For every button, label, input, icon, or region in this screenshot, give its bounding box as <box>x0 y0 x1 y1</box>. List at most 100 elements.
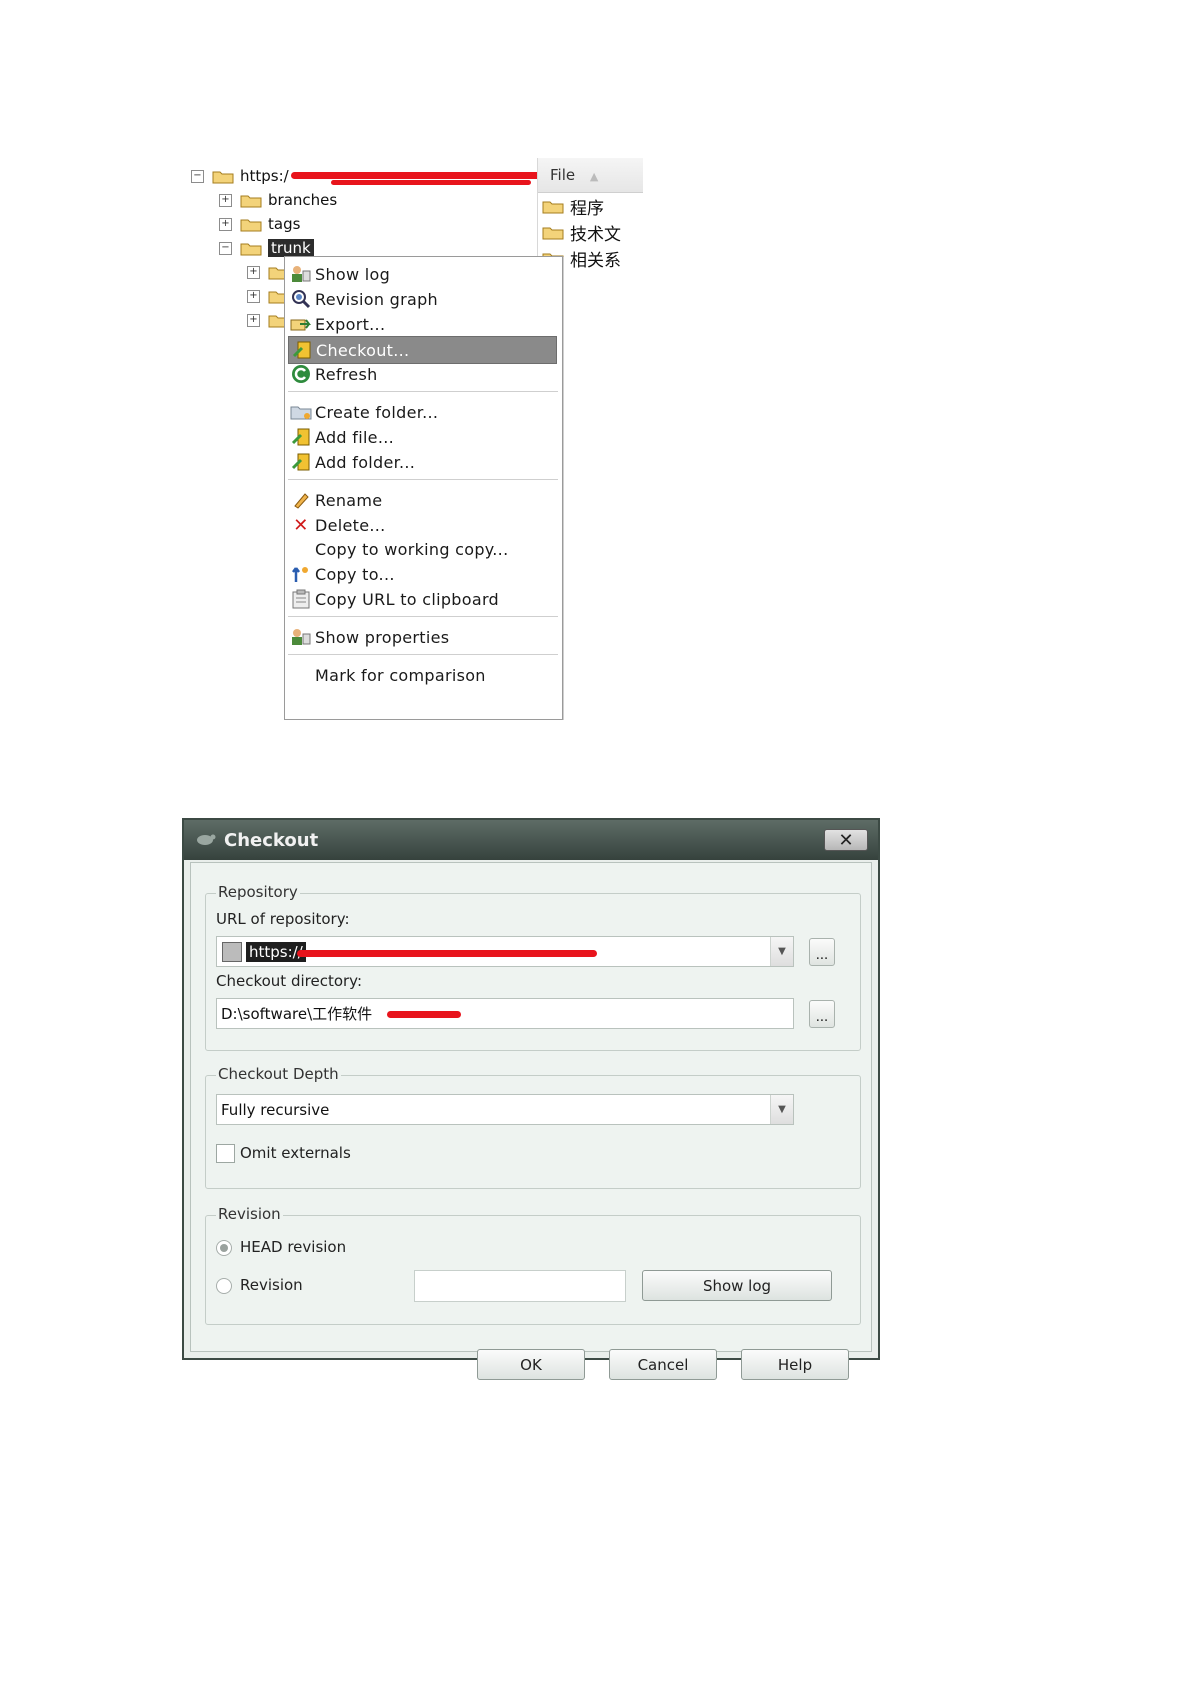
ok-button[interactable]: OK <box>477 1349 585 1380</box>
delete-icon: ✕ <box>293 514 309 536</box>
checkout-depth-group: Checkout Depth Fully recursive ▼ Omit ex… <box>205 1065 861 1189</box>
redaction-mark <box>291 172 541 179</box>
rename-icon <box>288 489 314 511</box>
menu-item-show-log[interactable]: Show log <box>288 261 555 287</box>
root-url: https:/ <box>240 167 289 185</box>
show-properties-icon <box>288 626 314 648</box>
checkout-dir-label: Checkout directory: <box>216 972 363 990</box>
checkout-dialog: Checkout ✕ Repository URL of repository:… <box>182 818 880 1380</box>
menu-item-label: Mark for comparison <box>315 665 486 685</box>
redaction-mark <box>331 180 531 185</box>
menu-item-delete[interactable]: ✕ Delete... <box>288 512 555 538</box>
menu-item-copy-url[interactable]: Copy URL to clipboard <box>288 586 555 612</box>
head-revision-radio[interactable] <box>216 1240 232 1256</box>
export-icon <box>288 313 314 335</box>
dialog-titlebar: Checkout ✕ <box>184 820 878 860</box>
folder-icon <box>240 243 262 255</box>
file-row[interactable]: 程序 <box>538 193 643 219</box>
tree-row-tags[interactable]: + tags <box>219 213 300 235</box>
tree-row-branches[interactable]: + branches <box>219 189 337 211</box>
menu-item-label: Copy to... <box>315 564 395 584</box>
revision-group-title: Revision <box>216 1205 283 1223</box>
repository-group: Repository URL of repository: https:// ▼… <box>205 883 861 1051</box>
menu-item-add-file[interactable]: Add file... <box>288 424 555 450</box>
menu-item-refresh[interactable]: Refresh <box>288 361 555 387</box>
head-revision-label: HEAD revision <box>240 1238 347 1256</box>
add-file-icon <box>288 426 314 448</box>
tortoise-icon <box>194 829 216 852</box>
revision-radio[interactable] <box>216 1278 232 1294</box>
revision-input[interactable] <box>414 1270 626 1302</box>
collapse-icon[interactable]: − <box>219 241 232 255</box>
depth-select[interactable]: Fully recursive ▼ <box>216 1094 794 1125</box>
menu-item-rename[interactable]: Rename <box>288 487 555 513</box>
depth-value: Fully recursive <box>221 1100 330 1119</box>
tree-label-branches: branches <box>268 191 338 209</box>
create-folder-icon <box>288 401 314 423</box>
browse-url-button[interactable]: ... <box>809 938 835 966</box>
collapse-icon[interactable]: − <box>191 169 204 183</box>
help-button[interactable]: Help <box>741 1349 849 1380</box>
expand-icon[interactable]: + <box>247 265 260 279</box>
redaction-mark <box>297 950 597 957</box>
omit-externals-checkbox[interactable] <box>216 1144 235 1163</box>
menu-item-export[interactable]: Export... <box>288 311 555 337</box>
menu-item-mark-for-comparison[interactable]: Mark for comparison <box>288 662 555 688</box>
dialog-body: Repository URL of repository: https:// ▼… <box>190 862 872 1380</box>
menu-separator <box>288 616 558 617</box>
revision-label: Revision <box>240 1276 303 1294</box>
menu-item-revision-graph[interactable]: Revision graph <box>288 286 555 312</box>
menu-item-create-folder[interactable]: Create folder... <box>288 399 555 425</box>
menu-separator <box>288 654 558 655</box>
revision-graph-icon <box>288 288 314 310</box>
menu-item-label: Delete... <box>315 515 386 535</box>
dropdown-arrow-icon[interactable]: ▼ <box>770 1095 793 1124</box>
menu-item-checkout[interactable]: Checkout... <box>288 336 557 364</box>
file-column-header[interactable]: File ▲ <box>538 158 643 193</box>
expand-icon[interactable]: + <box>219 193 232 207</box>
omit-externals-label: Omit externals <box>240 1144 351 1162</box>
menu-item-copy-to-working-copy[interactable]: Copy to working copy... <box>288 536 555 562</box>
dropdown-arrow-icon[interactable]: ▼ <box>770 937 793 966</box>
show-log-button[interactable]: Show log <box>642 1270 832 1301</box>
menu-item-show-properties[interactable]: Show properties <box>288 624 555 650</box>
clipboard-icon <box>288 588 314 610</box>
cancel-button[interactable]: Cancel <box>609 1349 717 1380</box>
checkout-icon <box>289 339 315 361</box>
browse-dir-button[interactable]: ... <box>809 1000 835 1028</box>
context-menu: Show log Revision graph Export... Checko… <box>284 256 563 720</box>
expand-icon[interactable]: + <box>247 313 260 327</box>
expand-icon[interactable]: + <box>247 289 260 303</box>
menu-item-label: Add file... <box>315 427 394 447</box>
menu-item-label: Copy to working copy... <box>315 539 509 559</box>
file-name: 程序 <box>570 198 604 219</box>
copy-to-icon <box>288 563 314 585</box>
menu-item-copy-to[interactable]: Copy to... <box>288 561 555 587</box>
tree-row-root[interactable]: − https:/ <box>191 165 289 187</box>
expand-icon[interactable]: + <box>219 217 232 231</box>
folder-icon <box>542 227 564 239</box>
checkout-dir-input[interactable]: D:\software\工作软件 <box>216 998 794 1029</box>
menu-item-label: Refresh <box>315 364 378 384</box>
close-button[interactable]: ✕ <box>824 829 868 851</box>
url-combobox[interactable]: https:// ▼ <box>216 936 794 967</box>
url-site-icon <box>222 941 242 962</box>
show-log-icon <box>288 263 314 285</box>
file-header-label: File <box>550 166 576 184</box>
folder-icon <box>212 171 234 183</box>
menu-item-label: Export... <box>315 314 386 334</box>
repository-group-title: Repository <box>216 883 300 901</box>
tree-label-trunk: trunk <box>268 239 314 257</box>
menu-item-label: Show properties <box>315 627 450 647</box>
cancel-label: Cancel <box>637 1355 689 1374</box>
menu-item-label: Copy URL to clipboard <box>315 589 499 609</box>
file-name: 相关系 <box>570 250 621 271</box>
add-folder-icon <box>288 451 314 473</box>
file-row[interactable]: 技术文 <box>538 219 643 245</box>
folder-icon <box>542 201 564 213</box>
redaction-mark <box>387 1011 461 1018</box>
url-label: URL of repository: <box>216 910 350 928</box>
menu-item-add-folder[interactable]: Add folder... <box>288 449 555 475</box>
menu-item-label: Revision graph <box>315 289 438 309</box>
checkout-depth-group-title: Checkout Depth <box>216 1065 341 1083</box>
